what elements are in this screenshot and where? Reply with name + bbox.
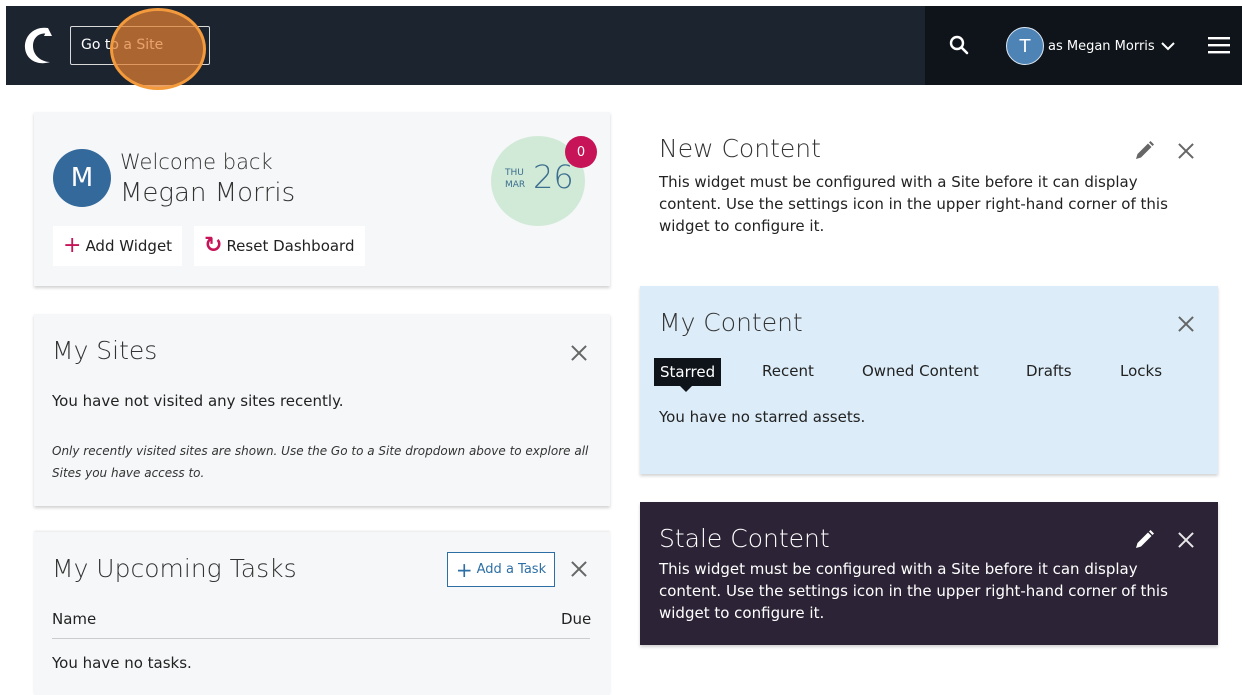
new-content-widget: New Content This widget must be configur… (640, 112, 1218, 252)
add-task-label: Add a Task (476, 562, 547, 577)
column-header-due[interactable]: Due (561, 610, 591, 628)
chevron-down-icon (1160, 42, 1175, 51)
new-content-title: New Content (659, 134, 821, 163)
add-widget-button[interactable]: + Add Widget (53, 226, 183, 266)
stale-content-widget: Stale Content This widget must be config… (640, 502, 1218, 645)
user-name: Megan Morris (120, 178, 296, 208)
avatar: M (53, 149, 111, 207)
upcoming-tasks-widget: My Upcoming Tasks + Add a Task Name Due … (34, 532, 610, 695)
my-sites-note: Only recently visited sites are shown. U… (52, 444, 589, 480)
plus-icon: + (63, 233, 82, 258)
date-day: 26 (533, 158, 574, 196)
close-icon[interactable] (1175, 529, 1197, 551)
pencil-icon[interactable] (1133, 140, 1155, 162)
my-content-empty-text: You have no starred assets. (659, 408, 866, 426)
my-sites-title: My Sites (52, 336, 158, 365)
date-weekday: THU (505, 168, 524, 178)
plus-icon: + (455, 557, 473, 582)
user-menu[interactable]: T as Megan Morris (1006, 26, 1175, 66)
close-icon[interactable] (1175, 313, 1197, 335)
stale-content-title: Stale Content (659, 524, 830, 553)
reset-dashboard-button[interactable]: ↻ Reset Dashboard (194, 226, 365, 266)
welcome-greeting: Welcome back (120, 150, 273, 174)
close-icon[interactable] (1175, 140, 1197, 162)
new-content-message: This widget must be configured with a Si… (659, 173, 1168, 235)
hamburger-menu-icon[interactable] (1208, 36, 1230, 54)
user-avatar: T (1006, 27, 1044, 65)
click-highlight (110, 8, 206, 90)
column-header-name[interactable]: Name (52, 610, 96, 628)
refresh-icon: ↻ (204, 233, 223, 258)
user-label: as Megan Morris (1048, 38, 1155, 54)
my-sites-widget: My Sites You have not visited any sites … (34, 314, 610, 506)
close-icon[interactable] (568, 342, 590, 364)
notification-badge[interactable]: 0 (565, 136, 597, 168)
tab-locks[interactable]: Locks (1120, 362, 1162, 380)
divider (52, 638, 590, 639)
add-widget-label: Add Widget (85, 237, 173, 255)
top-bar-actions: T as Megan Morris (925, 6, 1242, 85)
my-sites-empty-text: You have not visited any sites recently. (52, 392, 344, 410)
tab-drafts[interactable]: Drafts (1026, 362, 1072, 380)
stale-content-message: This widget must be configured with a Si… (659, 560, 1168, 622)
logo-icon[interactable] (18, 22, 64, 68)
tasks-empty-text: You have no tasks. (52, 654, 192, 672)
close-icon[interactable] (568, 558, 590, 580)
reset-dashboard-label: Reset Dashboard (226, 237, 355, 255)
tab-owned-content[interactable]: Owned Content (862, 362, 979, 380)
search-icon[interactable] (947, 33, 971, 57)
tab-recent[interactable]: Recent (762, 362, 814, 380)
pencil-icon[interactable] (1133, 529, 1155, 551)
date-month: MAR (505, 180, 526, 190)
my-content-title: My Content (659, 308, 803, 337)
tasks-title: My Upcoming Tasks (52, 554, 297, 583)
welcome-card: M Welcome back Megan Morris + Add Widget… (34, 112, 610, 286)
date-weekday-month: THU MAR (505, 167, 525, 191)
tab-starred[interactable]: Starred (654, 358, 722, 392)
add-task-button[interactable]: + Add a Task (447, 552, 555, 587)
my-content-widget: My Content Starred Recent Owned Content … (640, 286, 1218, 474)
